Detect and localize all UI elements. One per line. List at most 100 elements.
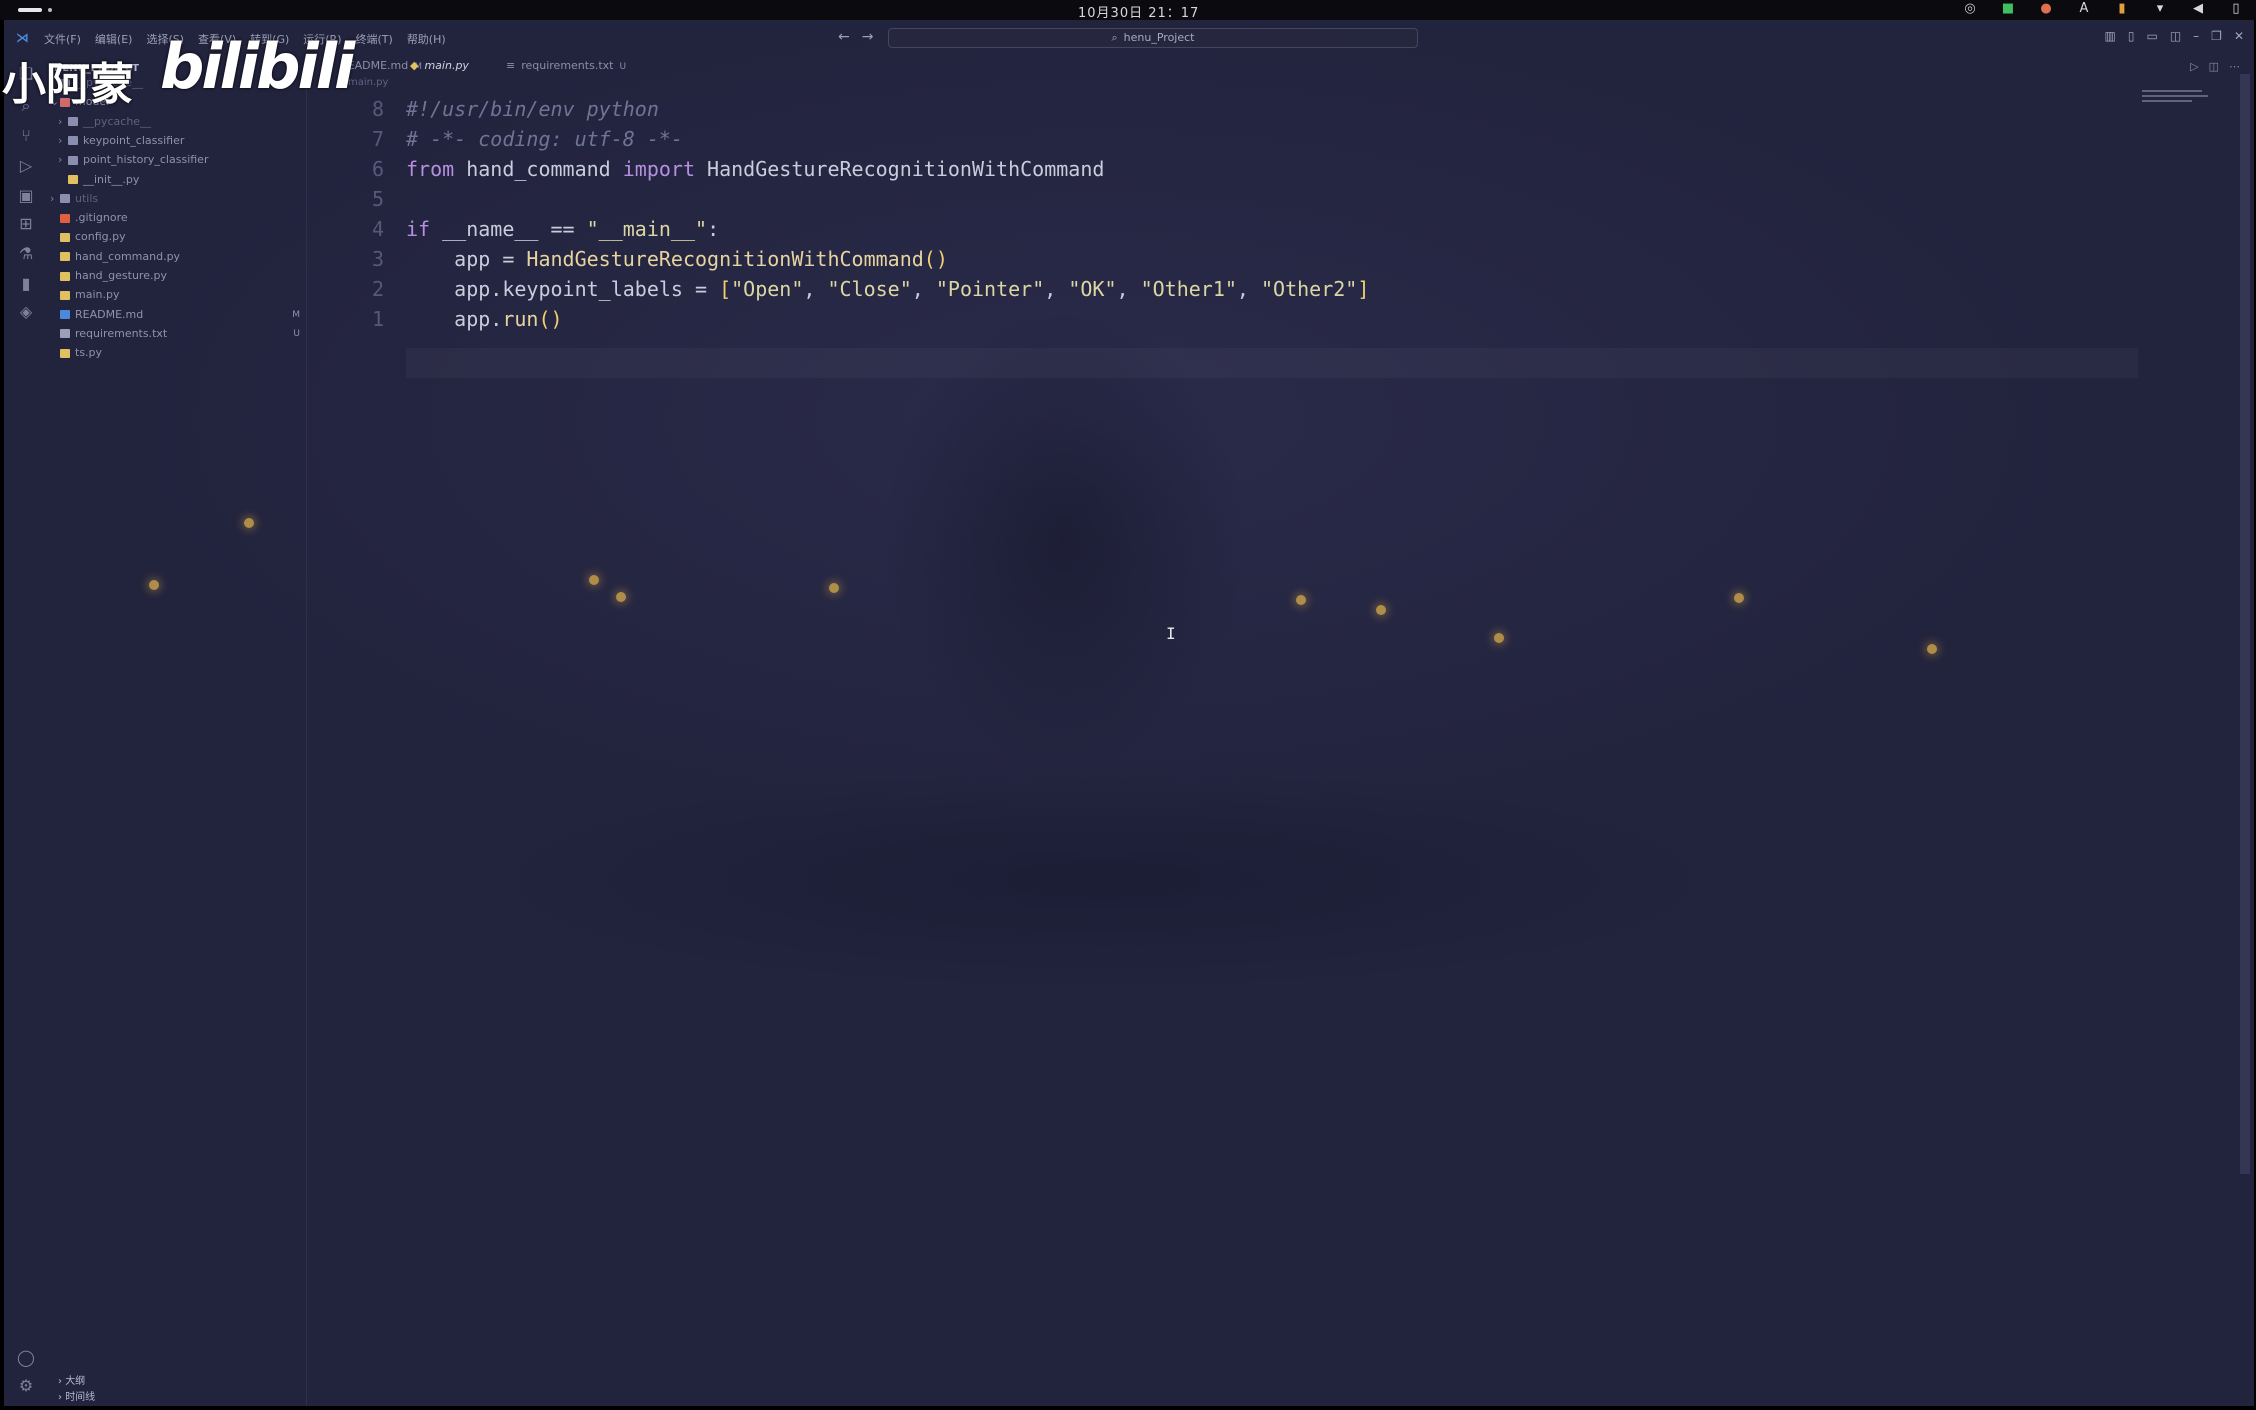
tree-item[interactable]: › utils xyxy=(50,190,300,208)
tree-item-label: point_history_classifier xyxy=(83,153,209,167)
tree-item[interactable]: requirements.txt U xyxy=(50,325,300,343)
wechat-icon[interactable]: ■ xyxy=(2000,1,2016,16)
code-text: app.keypoint_labels = ["Open", "Close", … xyxy=(406,277,1370,301)
tree-item[interactable]: README.md M xyxy=(50,306,300,324)
more-actions-icon[interactable]: ⋯ xyxy=(2229,60,2240,73)
code-text: if __name__ == "__main__": xyxy=(406,217,720,241)
charts-icon[interactable]: ▮ xyxy=(16,274,36,294)
info-icon xyxy=(60,310,70,320)
close-icon[interactable]: ✕ xyxy=(2234,29,2244,43)
tree-item[interactable]: hand_gesture.py xyxy=(50,267,300,285)
tree-item[interactable]: config.py xyxy=(50,228,300,246)
settings-gear-icon[interactable]: ⚙ xyxy=(16,1376,36,1396)
tree-item[interactable]: hand_command.py xyxy=(50,248,300,266)
sidebar-toggle-icon[interactable]: ▯ xyxy=(2128,29,2135,43)
maximize-icon[interactable]: ❐ xyxy=(2211,29,2222,43)
remote-explorer-icon[interactable]: ▣ xyxy=(16,186,36,206)
python-icon xyxy=(60,252,70,262)
containers-icon[interactable]: ◈ xyxy=(16,302,36,322)
python-icon: ◆ xyxy=(410,59,419,72)
chevron-icon: › xyxy=(58,114,63,128)
tab-label: requirements.txt xyxy=(521,59,614,72)
minimap[interactable] xyxy=(2142,90,2212,130)
line-number: 2 xyxy=(371,277,384,301)
system-tray: ◎ ■ ● A ▮ ▾ ◀ ▯ xyxy=(1962,1,2244,16)
search-text: henu_Project xyxy=(1123,31,1195,44)
tree-item-label: keypoint_classifier xyxy=(83,133,185,147)
menu-edit[interactable]: 编辑(E) xyxy=(95,31,133,47)
editor-tabs: README.md M ◆ main.py ≡ requirements.txt U xyxy=(306,56,2254,76)
python-icon xyxy=(60,290,70,300)
line-number: 7 xyxy=(371,127,384,151)
chevron-right-icon: › xyxy=(58,1376,62,1387)
account-icon[interactable]: ◯ xyxy=(16,1348,36,1368)
outline-section[interactable]: › 大纲 xyxy=(58,1372,85,1387)
folder-icon xyxy=(68,117,78,127)
code-text: app.run() xyxy=(406,307,563,331)
python-icon xyxy=(60,271,70,281)
chevron-icon: › xyxy=(58,153,63,167)
search-icon: ⌕ xyxy=(1111,31,1118,44)
timeline-section[interactable]: › 时间线 xyxy=(58,1388,95,1403)
system-clock[interactable]: 10月30日 21：17 xyxy=(1078,2,1199,21)
chevron-right-icon: › xyxy=(58,1392,62,1403)
line-number: 6 xyxy=(371,157,384,181)
battery-icon[interactable]: ▯ xyxy=(2228,1,2244,16)
record-icon[interactable]: ● xyxy=(2038,1,2054,16)
editor-scrollbar[interactable] xyxy=(2240,74,2250,1174)
tree-item-label: __pycache__ xyxy=(83,114,152,128)
chrome-icon[interactable]: ◎ xyxy=(1962,1,1978,16)
panel-toggle-icon[interactable]: ▭ xyxy=(2146,29,2157,43)
extensions-icon[interactable]: ⊞ xyxy=(16,214,36,234)
forward-arrow-icon[interactable]: → xyxy=(862,29,874,45)
python-icon xyxy=(60,232,70,242)
git-icon xyxy=(60,213,70,223)
tree-item[interactable]: main.py xyxy=(50,286,300,304)
breadcrumb[interactable]: main.py xyxy=(348,77,388,88)
tree-item[interactable]: › __pycache__ xyxy=(58,113,300,131)
layout-toggle-icon[interactable]: ▥ xyxy=(2105,29,2116,43)
tree-item[interactable]: › keypoint_classifier xyxy=(58,132,300,150)
tree-item-label: hand_command.py xyxy=(75,249,181,263)
bilibili-logo: bilibili xyxy=(160,30,355,103)
minimize-icon[interactable]: – xyxy=(2193,29,2199,43)
volume-icon[interactable]: ◀ xyxy=(2190,1,2206,16)
git-status-badge: M xyxy=(292,309,300,320)
workspace-dot[interactable] xyxy=(48,8,52,12)
git-status-badge: U xyxy=(293,328,300,339)
tree-item-label: __init__.py xyxy=(83,172,140,186)
tree-item[interactable]: .gitignore xyxy=(50,209,300,227)
menu-file[interactable]: 文件(F) xyxy=(44,31,81,47)
testing-icon[interactable]: ⚗ xyxy=(16,244,36,264)
tree-item-label: main.py xyxy=(75,288,120,302)
mic-icon[interactable]: ▮ xyxy=(2114,1,2130,16)
tree-item[interactable]: __init__.py xyxy=(58,171,300,189)
run-debug-icon[interactable]: ▷ xyxy=(16,156,36,176)
back-arrow-icon[interactable]: ← xyxy=(838,29,850,45)
navigation-arrows: ← → xyxy=(838,29,873,45)
run-file-icon[interactable]: ▷ xyxy=(2190,60,2198,73)
secondary-sidebar-icon[interactable]: ◫ xyxy=(2170,29,2181,43)
tree-item-label: utils xyxy=(75,191,99,205)
input-method-icon[interactable]: A xyxy=(2076,1,2092,16)
tab-main-py[interactable]: ◆ main.py xyxy=(410,59,469,72)
menu-terminal[interactable]: 终端(T) xyxy=(356,31,393,47)
system-top-bar: 10月30日 21：17 ◎ ■ ● A ▮ ▾ ◀ ▯ xyxy=(0,0,2256,21)
python-icon xyxy=(60,348,70,358)
vscode-logo-icon: ⋊ xyxy=(16,31,29,46)
menu-help[interactable]: 帮助(H) xyxy=(407,31,446,47)
tab-label: main.py xyxy=(424,59,469,72)
split-editor-icon[interactable]: ◫ xyxy=(2209,60,2219,73)
workspace-indicator[interactable] xyxy=(18,8,42,12)
tab-requirements[interactable]: ≡ requirements.txt U xyxy=(506,59,626,72)
timeline-label: 时间线 xyxy=(65,1392,96,1403)
uploader-name: 小阿蒙 xyxy=(2,59,134,110)
source-control-icon[interactable]: ⑂ xyxy=(16,126,36,146)
python-icon xyxy=(68,175,78,184)
command-center-search[interactable]: ⌕ henu_Project xyxy=(888,28,1418,48)
tree-item[interactable]: › point_history_classifier xyxy=(58,151,300,169)
tree-item[interactable]: ts.py xyxy=(50,344,300,362)
wifi-icon[interactable]: ▾ xyxy=(2152,1,2168,16)
editor-actions: ▷ ◫ ⋯ xyxy=(2190,60,2240,73)
code-text: app = HandGestureRecognitionWithCommand(… xyxy=(406,247,948,271)
